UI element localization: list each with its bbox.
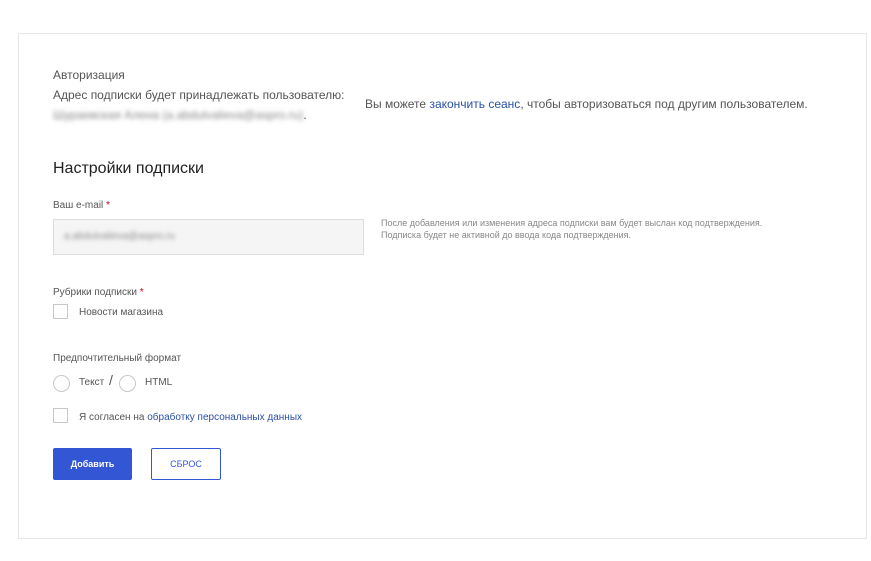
- rubric-news-label: Новости магазина: [79, 307, 164, 318]
- format-html-label: HTML: [145, 377, 173, 388]
- rubrics-label: Рубрики подписки *: [53, 287, 144, 298]
- owner-value: Шураевская Алена (a.abdulvalieva@aspro.r…: [53, 108, 304, 122]
- format-separator: /: [109, 372, 113, 388]
- logout-link[interactable]: закончить сеанс: [429, 97, 520, 111]
- email-field[interactable]: a.abdulvalieva@aspro.ru: [53, 219, 364, 255]
- format-html-radio[interactable]: [119, 375, 136, 392]
- required-mark: *: [106, 200, 110, 211]
- switch-user-text: Вы можете закончить сеанс, чтобы авториз…: [365, 97, 808, 111]
- switch-prefix: Вы можете: [365, 97, 430, 111]
- format-label: Предпочтительный формат: [53, 353, 182, 364]
- settings-title: Настройки подписки: [53, 160, 204, 177]
- email-hint-line1: После добавления или изменения адреса по…: [381, 218, 763, 228]
- email-label-text: Ваш e-mail: [53, 200, 104, 211]
- format-text-label: Текст: [79, 377, 105, 388]
- owner-label: Адрес подписки будет принадлежать пользо…: [53, 88, 345, 102]
- consent-checkbox[interactable]: [53, 408, 68, 423]
- email-hint: После добавления или изменения адреса по…: [381, 217, 811, 241]
- switch-suffix: , чтобы авторизоваться под другим пользо…: [520, 97, 808, 111]
- consent-prefix: Я согласен на: [79, 412, 148, 423]
- email-label: Ваш e-mail *: [53, 200, 110, 211]
- owner-value-row: Шураевская Алена (a.abdulvalieva@aspro.r…: [53, 108, 307, 122]
- rubrics-label-text: Рубрики подписки: [53, 287, 137, 298]
- email-value: a.abdulvalieva@aspro.ru: [64, 231, 175, 242]
- auth-heading: Авторизация: [53, 68, 125, 82]
- subscription-card: Авторизация Адрес подписки будет принадл…: [18, 33, 867, 539]
- required-mark: *: [139, 287, 144, 298]
- format-text-radio[interactable]: [53, 375, 70, 392]
- consent-text: Я согласен на обработку персональных дан…: [79, 412, 302, 423]
- add-button[interactable]: Добавить: [53, 448, 132, 480]
- rubric-news-checkbox[interactable]: [53, 304, 68, 319]
- email-hint-line2: Подписка будет не активной до ввода кода…: [381, 230, 632, 240]
- reset-button[interactable]: СБРОС: [151, 448, 221, 480]
- owner-suffix: .: [303, 108, 307, 122]
- personal-data-link[interactable]: обработку персональных данных: [147, 412, 302, 423]
